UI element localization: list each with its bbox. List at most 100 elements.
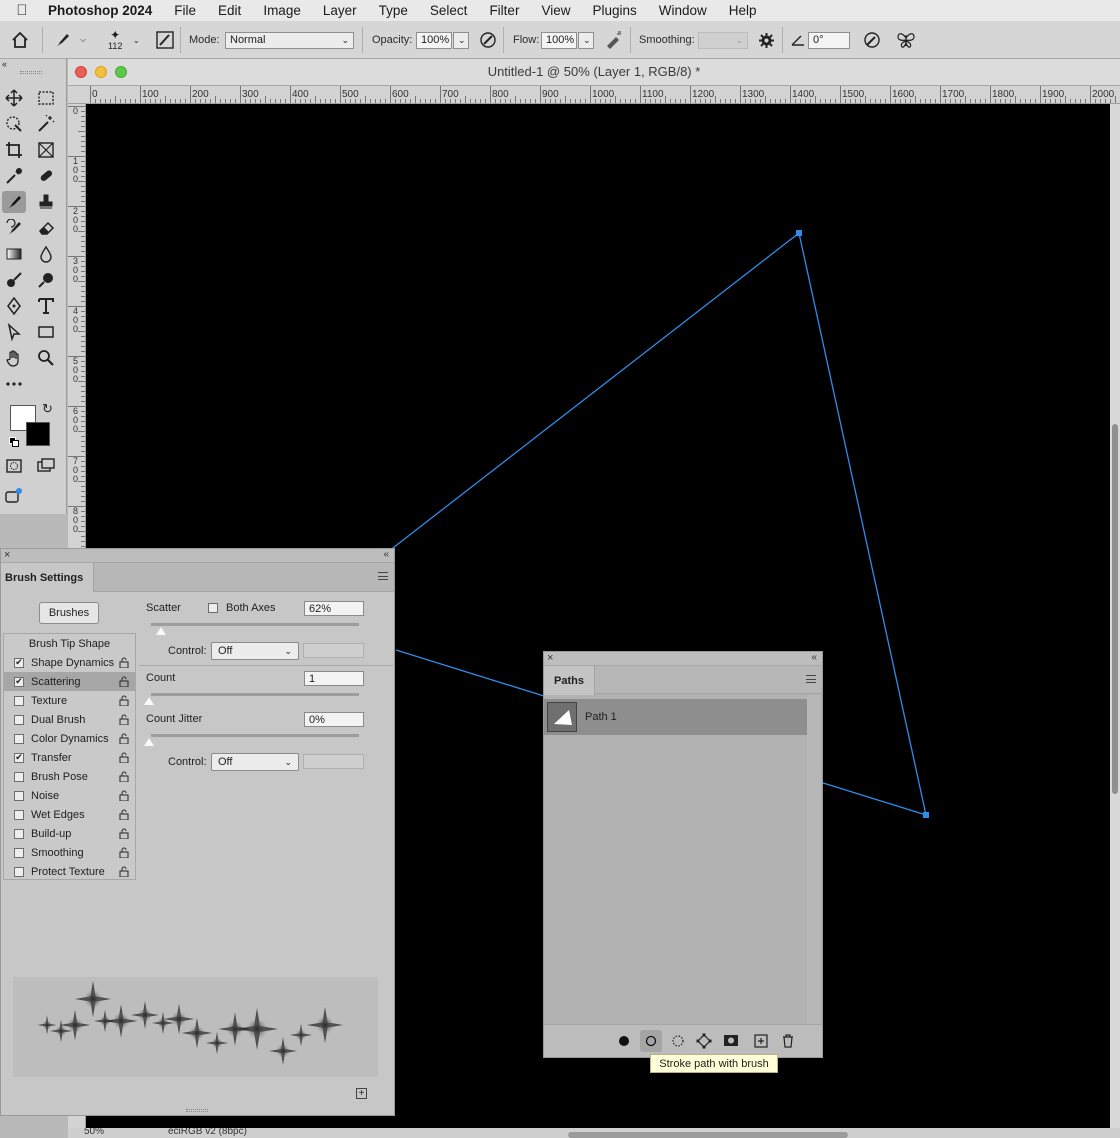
horizontal-scrollbar-thumb[interactable] xyxy=(568,1132,848,1138)
generative-features-icon[interactable] xyxy=(2,485,26,507)
vertical-scrollbar[interactable] xyxy=(1110,104,1120,1138)
crop-tool-icon[interactable] xyxy=(2,139,26,161)
object-selection-tool-icon[interactable] xyxy=(2,113,26,135)
flow-dropdown-icon[interactable]: ⌄ xyxy=(578,31,594,49)
sponge-tool-icon[interactable] xyxy=(34,269,58,291)
option-checkbox[interactable]: ✔ xyxy=(14,657,24,668)
scatter-slider-knob[interactable] xyxy=(156,627,166,635)
menu-type[interactable]: Type xyxy=(369,3,420,18)
scatter-input[interactable]: 62% xyxy=(304,601,364,616)
count-slider-track[interactable] xyxy=(151,693,359,696)
count-input[interactable]: 1 xyxy=(304,671,364,686)
rectangle-tool-icon[interactable] xyxy=(34,321,58,343)
count-jitter-slider-track[interactable] xyxy=(151,734,359,737)
mode-select[interactable]: Normal ⌄ xyxy=(225,31,354,49)
blur-tool-icon[interactable] xyxy=(34,243,58,265)
collapse-paths-panel-icon[interactable]: « xyxy=(811,652,817,663)
lock-icon[interactable] xyxy=(119,695,129,707)
status-zoom[interactable]: 50% xyxy=(84,1128,104,1137)
tab-brush-settings[interactable]: Brush Settings xyxy=(1,563,95,592)
fill-path-icon[interactable] xyxy=(616,1033,632,1049)
option-checkbox[interactable] xyxy=(14,847,24,858)
lock-icon[interactable] xyxy=(119,847,129,859)
create-new-path-icon[interactable] xyxy=(753,1033,769,1049)
lock-icon[interactable] xyxy=(119,828,129,840)
panel-resize-grip[interactable] xyxy=(186,1109,208,1112)
flow-input[interactable]: 100% xyxy=(541,31,577,49)
menu-window[interactable]: Window xyxy=(649,3,719,18)
panel-header-bar[interactable]: × « xyxy=(1,549,394,563)
swap-colors-icon[interactable]: ↻ xyxy=(42,401,53,417)
menu-layer[interactable]: Layer xyxy=(313,3,369,18)
delete-path-trash-icon[interactable] xyxy=(780,1033,796,1049)
option-protect-texture[interactable]: Protect Texture xyxy=(4,862,135,881)
background-color-swatch[interactable] xyxy=(26,422,50,446)
lock-icon[interactable] xyxy=(119,790,129,802)
option-scattering[interactable]: ✔ Scattering xyxy=(4,672,135,691)
option-transfer[interactable]: ✔ Transfer xyxy=(4,748,135,767)
option-brush-pose[interactable]: Brush Pose xyxy=(4,767,135,786)
paths-scrollbar[interactable] xyxy=(807,695,821,1025)
opacity-dropdown-icon[interactable]: ⌄ xyxy=(453,31,469,49)
rectangular-marquee-tool-icon[interactable] xyxy=(34,87,58,109)
option-build-up[interactable]: Build-up xyxy=(4,824,135,843)
opacity-input[interactable]: 100% xyxy=(416,31,452,49)
menu-plugins[interactable]: Plugins xyxy=(582,3,648,18)
lock-icon[interactable] xyxy=(119,657,129,669)
magic-wand-tool-icon[interactable] xyxy=(34,113,58,135)
clone-stamp-tool-icon[interactable] xyxy=(34,191,58,213)
status-profile[interactable]: eciRGB v2 (8bpc) xyxy=(168,1128,247,1137)
menu-view[interactable]: View xyxy=(531,3,582,18)
option-checkbox[interactable]: ✔ xyxy=(14,676,24,687)
airbrush-icon[interactable] xyxy=(604,21,624,59)
menu-edit[interactable]: Edit xyxy=(208,3,253,18)
option-checkbox[interactable] xyxy=(14,714,24,725)
smoothing-settings-gear-icon[interactable] xyxy=(758,21,775,59)
tab-paths[interactable]: Paths xyxy=(544,666,595,695)
path-row[interactable]: Path 1 xyxy=(544,699,807,735)
scatter-slider-track[interactable] xyxy=(151,623,359,626)
paths-panel-menu-icon[interactable] xyxy=(806,675,816,683)
horizontal-ruler[interactable]: 0 100 200 300 400 500 600 700 800 900 1000 1100 1200… xyxy=(68,86,1120,104)
smoothing-input[interactable]: ⌄ xyxy=(698,31,748,49)
eraser-tool-icon[interactable] xyxy=(34,217,58,239)
path-selection-tool-icon[interactable] xyxy=(2,321,26,343)
option-checkbox[interactable] xyxy=(14,733,24,744)
menu-image[interactable]: Image xyxy=(253,3,313,18)
menu-help[interactable]: Help xyxy=(719,3,769,18)
zoom-tool-icon[interactable] xyxy=(34,347,58,369)
option-checkbox[interactable] xyxy=(14,790,24,801)
brush-settings-toggle-icon[interactable] xyxy=(156,21,174,59)
scatter-control-select[interactable]: Off ⌄ xyxy=(211,642,299,660)
option-checkbox[interactable] xyxy=(14,809,24,820)
brush-tool-preset-icon[interactable]: ⌵ xyxy=(52,21,86,59)
option-texture[interactable]: Texture xyxy=(4,691,135,710)
count-slider-knob[interactable] xyxy=(144,697,154,705)
count-jitter-input[interactable]: 0% xyxy=(304,712,364,727)
eyedropper-tool-icon[interactable] xyxy=(2,165,26,187)
lock-icon[interactable] xyxy=(119,714,129,726)
menu-file[interactable]: File xyxy=(164,3,208,18)
option-color-dynamics[interactable]: Color Dynamics xyxy=(4,729,135,748)
option-dual-brush[interactable]: Dual Brush xyxy=(4,710,135,729)
add-mask-icon[interactable] xyxy=(723,1033,739,1049)
panel-menu-icon[interactable] xyxy=(378,572,388,580)
option-checkbox[interactable] xyxy=(14,695,24,706)
menu-select[interactable]: Select xyxy=(420,3,480,18)
gradient-tool-icon[interactable] xyxy=(2,243,26,265)
collapse-toolbox-icon[interactable]: « xyxy=(2,59,7,69)
option-checkbox[interactable]: ✔ xyxy=(14,752,24,763)
option-shape-dynamics[interactable]: ✔ Shape Dynamics xyxy=(4,653,135,672)
toolbox-grip[interactable] xyxy=(20,71,42,74)
move-tool-icon[interactable] xyxy=(2,87,26,109)
stroke-path-icon[interactable] xyxy=(640,1030,662,1052)
brush-size-picker[interactable]: ✦ 112 xyxy=(108,21,122,59)
menu-app-name[interactable]: Photoshop 2024 xyxy=(44,3,164,18)
brush-tool-icon[interactable] xyxy=(2,191,26,213)
lock-icon[interactable] xyxy=(119,676,129,688)
frame-tool-icon[interactable] xyxy=(34,139,58,161)
brushes-button[interactable]: Brushes xyxy=(39,602,99,624)
screen-mode-icon[interactable] xyxy=(34,455,58,477)
edit-toolbar-more-icon[interactable] xyxy=(2,373,26,395)
close-paths-panel-icon[interactable]: × xyxy=(547,652,553,664)
